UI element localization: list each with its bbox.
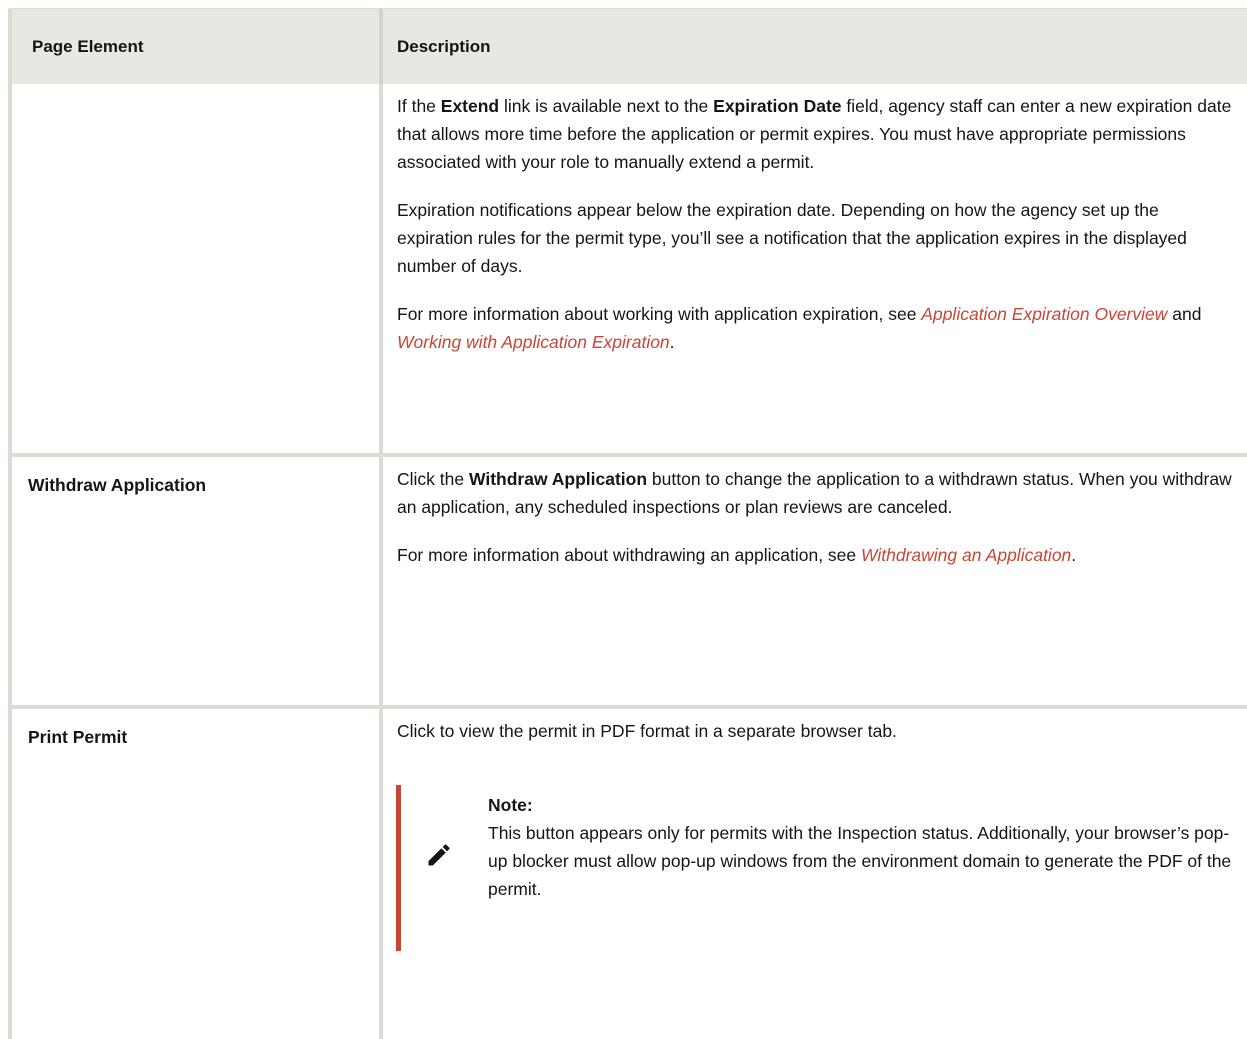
paragraph: Expiration notifications appear below th…	[397, 200, 1187, 276]
column-header-page-element: Page Element	[8, 8, 381, 84]
description-cell: Click to view the permit in PDF format i…	[379, 707, 1247, 1039]
column-header-description: Description	[379, 8, 1247, 84]
page-element-cell	[8, 84, 381, 457]
paragraph: For more information about withdrawing a…	[397, 541, 1235, 569]
ui-term-expiration-date: Expiration Date	[713, 96, 842, 116]
text: .	[669, 332, 675, 352]
paragraph: For more information about working with …	[397, 300, 1235, 356]
table-header-row: Page Element Description	[8, 8, 1247, 84]
note-text: This button appears only for permits wit…	[488, 823, 1232, 899]
link-withdrawing-an-application[interactable]: Withdrawing an Application	[861, 545, 1071, 565]
note-box: Note: This button appears only for permi…	[396, 785, 1235, 951]
paragraph: Click the Withdraw Application button to…	[397, 465, 1235, 521]
document-page: Page Element Description If the Extend l…	[0, 0, 1247, 1039]
text: link is available next to the	[499, 96, 714, 116]
pencil-icon	[428, 844, 450, 866]
link-application-expiration-overview[interactable]: Application Expiration Overview	[921, 304, 1167, 324]
ui-term-withdraw-application: Withdraw Application	[468, 469, 648, 489]
link-working-with-application-expiration[interactable]: Working with Application Expiration	[397, 332, 670, 352]
page-element-cell: Withdraw Application	[8, 455, 381, 709]
description-cell: Click the Withdraw Application button to…	[379, 455, 1247, 709]
text: If the	[397, 96, 441, 116]
page-elements-table: Page Element Description If the Extend l…	[8, 8, 1247, 1039]
text: Click the	[397, 469, 469, 489]
paragraph: Click to view the permit in PDF format i…	[397, 721, 897, 741]
table-row: Print Permit Click to view the permit in…	[8, 707, 1247, 1039]
note-title: Note:	[488, 795, 533, 815]
paragraph: If the Extend link is available next to …	[397, 92, 1235, 176]
text: and	[1167, 304, 1202, 324]
ui-term-extend: Extend	[440, 96, 500, 116]
table-row: If the Extend link is available next to …	[8, 84, 1247, 457]
text: .	[1071, 545, 1077, 565]
table-row: Withdraw Application Click the Withdraw …	[8, 455, 1247, 709]
text: For more information about withdrawing a…	[397, 545, 861, 565]
text: For more information about working with …	[397, 304, 922, 324]
page-element-cell: Print Permit	[8, 707, 381, 1039]
description-cell: If the Extend link is available next to …	[379, 84, 1247, 457]
